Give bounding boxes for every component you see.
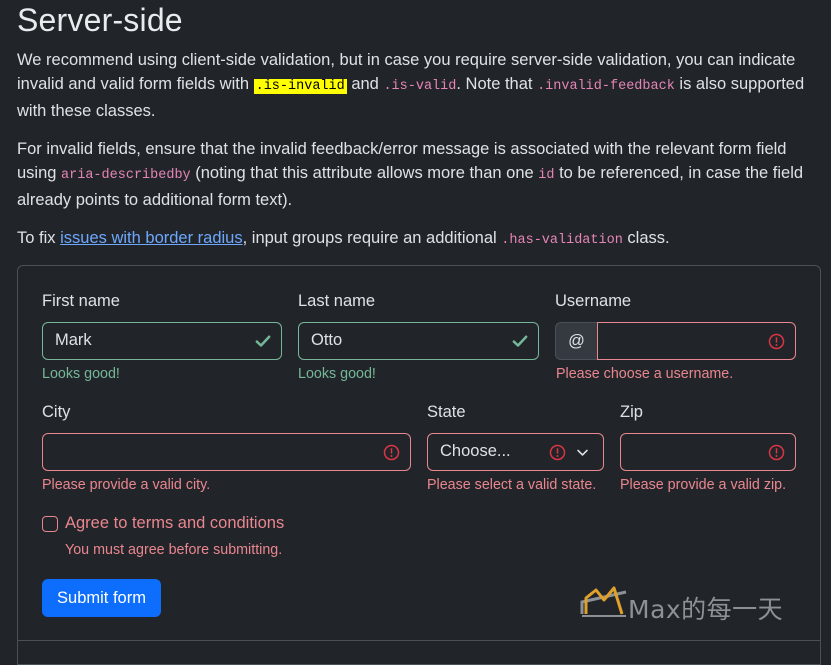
username-feedback: Please choose a username. bbox=[556, 366, 734, 382]
zip-input[interactable] bbox=[620, 433, 796, 471]
section-heading: Server-side bbox=[17, 2, 183, 38]
state-label: State bbox=[427, 403, 466, 421]
city-label: City bbox=[42, 403, 71, 421]
code-is-invalid: .is-invalid bbox=[253, 79, 347, 94]
terms-checkbox[interactable] bbox=[42, 516, 58, 532]
username-label: Username bbox=[555, 292, 632, 310]
first-name-feedback: Looks good! bbox=[42, 366, 120, 382]
intro-paragraph: We recommend using client-side validatio… bbox=[17, 48, 817, 123]
code-has-validation: .has-validation bbox=[501, 233, 623, 248]
border-radius-link[interactable]: issues with border radius bbox=[60, 229, 243, 247]
city-input[interactable] bbox=[42, 433, 411, 471]
last-name-value: Otto bbox=[311, 331, 343, 349]
code-id: id bbox=[538, 168, 555, 183]
state-select[interactable]: Choose... bbox=[427, 433, 604, 471]
last-name-label: Last name bbox=[298, 292, 376, 310]
valid-check-icon bbox=[512, 335, 528, 347]
chevron-down-icon bbox=[577, 449, 588, 456]
intro-text-3: . Note that bbox=[456, 75, 538, 93]
submit-button[interactable]: Submit form bbox=[42, 579, 161, 617]
code-aria-describedby: aria-describedby bbox=[61, 168, 191, 183]
max-logo-icon bbox=[580, 586, 627, 617]
code-invalid-feedback: .invalid-feedback bbox=[537, 79, 675, 94]
zip-feedback: Please provide a valid zip. bbox=[620, 477, 787, 493]
city-feedback: Please provide a valid city. bbox=[42, 477, 211, 493]
watermark-text: Max的每一天 bbox=[628, 595, 784, 624]
example-divider bbox=[17, 640, 821, 641]
code-is-valid: .is-valid bbox=[383, 79, 457, 94]
username-input[interactable] bbox=[597, 322, 796, 360]
fix-paragraph: To fix issues with border radius, input … bbox=[17, 226, 817, 253]
error-icon bbox=[768, 444, 785, 461]
first-name-input[interactable]: Mark bbox=[42, 322, 282, 360]
first-name-label: First name bbox=[42, 292, 120, 310]
error-icon bbox=[549, 444, 566, 461]
fix-text-2: , input groups require an additional bbox=[242, 229, 502, 247]
at-sign-addon: @ bbox=[555, 322, 597, 360]
fix-text-3: class. bbox=[622, 229, 670, 247]
watermark: Max的每一天 bbox=[578, 570, 793, 624]
note-paragraph: For invalid fields, ensure that the inva… bbox=[17, 137, 817, 212]
zip-label: Zip bbox=[620, 403, 643, 421]
note-text-2: (noting that this attribute allows more … bbox=[190, 164, 539, 182]
valid-check-icon bbox=[255, 335, 271, 347]
intro-text-2: and bbox=[346, 75, 384, 93]
state-selected-value: Choose... bbox=[440, 442, 511, 460]
state-feedback: Please select a valid state. bbox=[427, 477, 597, 493]
terms-label[interactable]: Agree to terms and conditions bbox=[65, 514, 284, 533]
error-icon bbox=[768, 333, 785, 350]
last-name-feedback: Looks good! bbox=[298, 366, 376, 382]
first-name-value: Mark bbox=[55, 331, 92, 349]
error-icon bbox=[383, 444, 400, 461]
last-name-input[interactable]: Otto bbox=[298, 322, 539, 360]
terms-feedback: You must agree before submitting. bbox=[65, 542, 283, 558]
fix-text-1: To fix bbox=[17, 229, 61, 247]
